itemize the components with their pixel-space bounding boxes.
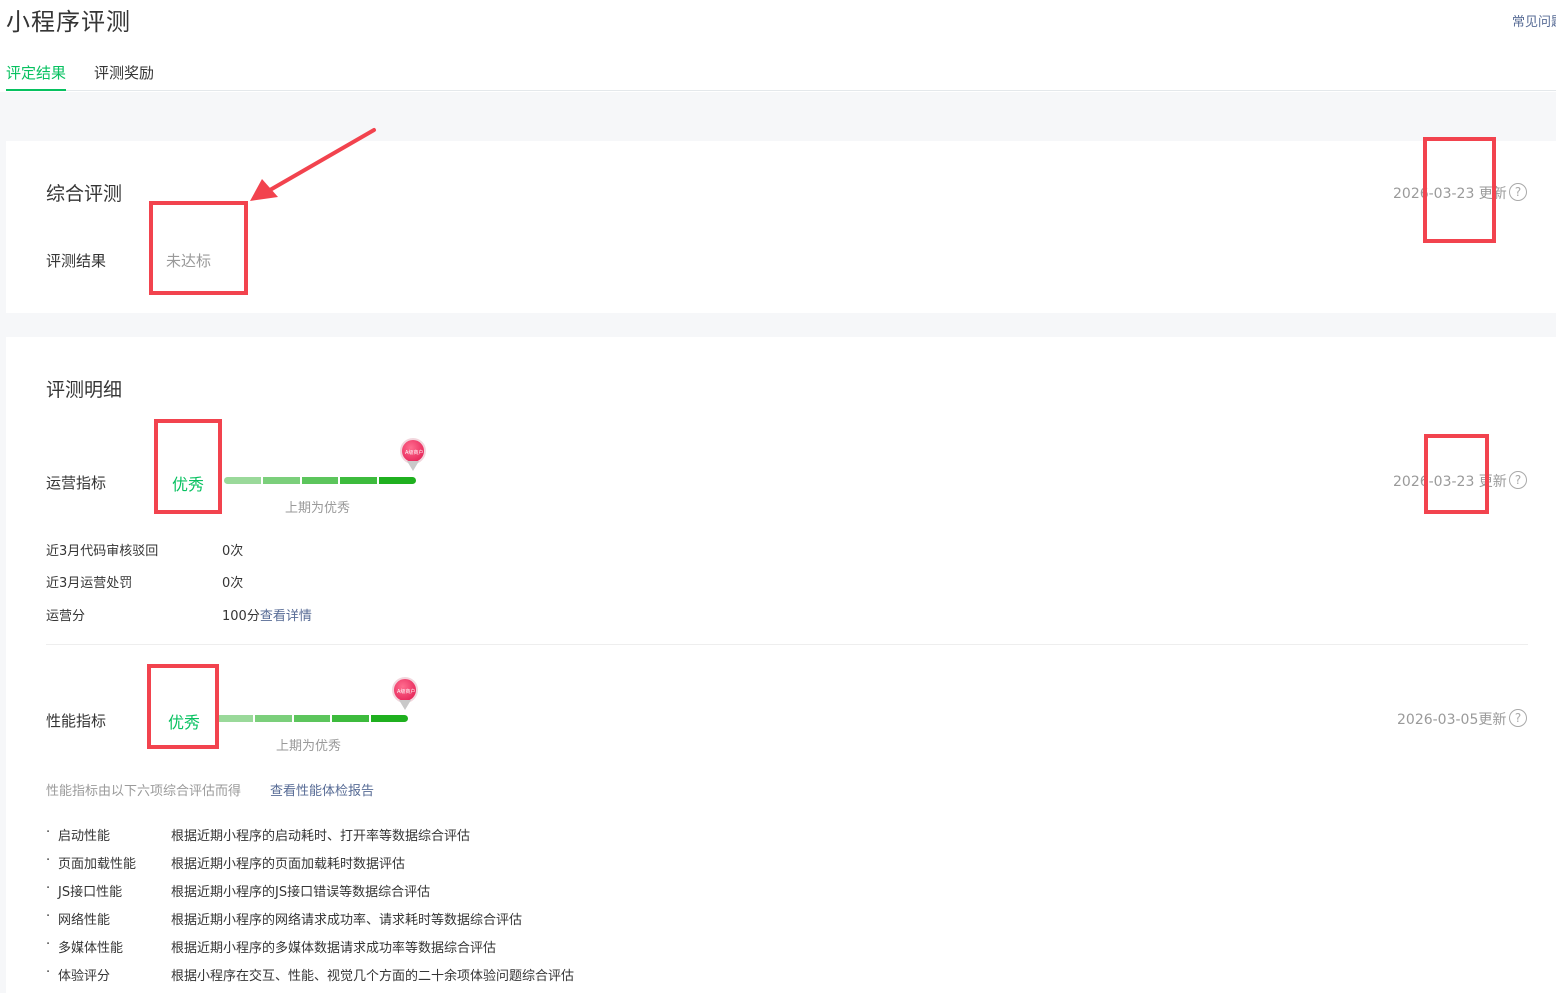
performance-updated: 2026-03-05更新 (1397, 712, 1507, 728)
perf-item-name: 启动性能 (58, 829, 111, 844)
operations-previous: 上期为优秀 (285, 501, 351, 516)
section-divider (46, 644, 1528, 645)
map-pin-icon: A级商户 (400, 438, 426, 472)
tab-evaluation-result[interactable]: 评定结果 (6, 62, 67, 91)
perf-item-desc: 根据小程序在交互、性能、视觉几个方面的二十余项体验问题综合评估 (171, 969, 575, 984)
operation-score-number: 100分 (222, 609, 260, 624)
tab-bar: 评定结果 评测奖励 (6, 62, 1556, 91)
details-card: 评测明细 运营指标 优秀 A级商户 上期为优秀 2026-03-23 更新 ? … (6, 337, 1556, 993)
list-item: · 多媒体性能 根据近期小程序的多媒体数据请求成功率等数据综合评估 (46, 937, 497, 956)
performance-previous: 上期为优秀 (276, 739, 342, 754)
view-details-link[interactable]: 查看详情 (260, 609, 312, 624)
list-item: · JS接口性能 根据近期小程序的JS接口错误等数据综合评估 (46, 881, 431, 900)
result-label: 评测结果 (46, 252, 107, 270)
operation-penalties-label: 近3月运营处罚 (46, 576, 133, 591)
list-item: · 启动性能 根据近期小程序的启动耗时、打开率等数据综合评估 (46, 825, 471, 844)
perf-item-name: 网络性能 (58, 913, 111, 928)
performance-label: 性能指标 (46, 712, 107, 730)
operation-score-label: 运营分 (46, 609, 86, 624)
map-pin-icon: A级商户 (392, 677, 418, 711)
perf-item-name: 页面加载性能 (58, 857, 137, 872)
perf-item-name: JS接口性能 (58, 885, 123, 900)
list-item: · 页面加载性能 根据近期小程序的页面加载耗时数据评估 (46, 853, 406, 872)
question-circle-icon[interactable]: ? (1509, 183, 1527, 201)
list-item: · 体验评分 根据小程序在交互、性能、视觉几个方面的二十余项体验问题综合评估 (46, 965, 575, 984)
annotation-box (1423, 137, 1496, 243)
annotation-box (154, 419, 222, 514)
details-title: 评测明细 (46, 379, 123, 401)
list-item: · 网络性能 根据近期小程序的网络请求成功率、请求耗时等数据综合评估 (46, 909, 523, 928)
operation-penalties-value: 0次 (222, 576, 244, 591)
perf-item-name: 体验评分 (58, 969, 111, 984)
perf-item-desc: 根据近期小程序的网络请求成功率、请求耗时等数据综合评估 (171, 913, 523, 928)
performance-level-bar (216, 715, 408, 722)
perf-item-desc: 根据近期小程序的页面加载耗时数据评估 (171, 857, 406, 872)
question-circle-icon[interactable]: ? (1509, 709, 1527, 727)
performance-note: 性能指标由以下六项综合评估而得 (46, 784, 242, 799)
operation-score-value: 100分查看详情 (222, 605, 312, 624)
tab-evaluation-reward[interactable]: 评测奖励 (94, 62, 154, 91)
annotation-box (1424, 434, 1489, 514)
code-review-rejections-label: 近3月代码审核驳回 (46, 544, 159, 559)
operations-label: 运营指标 (46, 474, 107, 492)
view-performance-report-link[interactable]: 查看性能体检报告 (270, 780, 374, 799)
perf-item-name: 多媒体性能 (58, 941, 124, 956)
page: 小程序评测 常见问题 评定结果 评测奖励 综合评测 评测结果 未达标 2026-… (0, 0, 1556, 993)
perf-item-desc: 根据近期小程序的多媒体数据请求成功率等数据综合评估 (171, 941, 497, 956)
code-review-rejections-value: 0次 (222, 544, 244, 559)
faq-link[interactable]: 常见问题 (1512, 11, 1556, 30)
annotation-box (149, 201, 248, 295)
question-circle-icon[interactable]: ? (1509, 471, 1527, 489)
perf-item-desc: 根据近期小程序的JS接口错误等数据综合评估 (171, 885, 431, 900)
summary-title: 综合评测 (46, 183, 123, 205)
perf-item-desc: 根据近期小程序的启动耗时、打开率等数据综合评估 (171, 829, 471, 844)
annotation-box (147, 664, 219, 749)
page-title: 小程序评测 (6, 8, 131, 36)
operations-level-bar (224, 477, 416, 484)
